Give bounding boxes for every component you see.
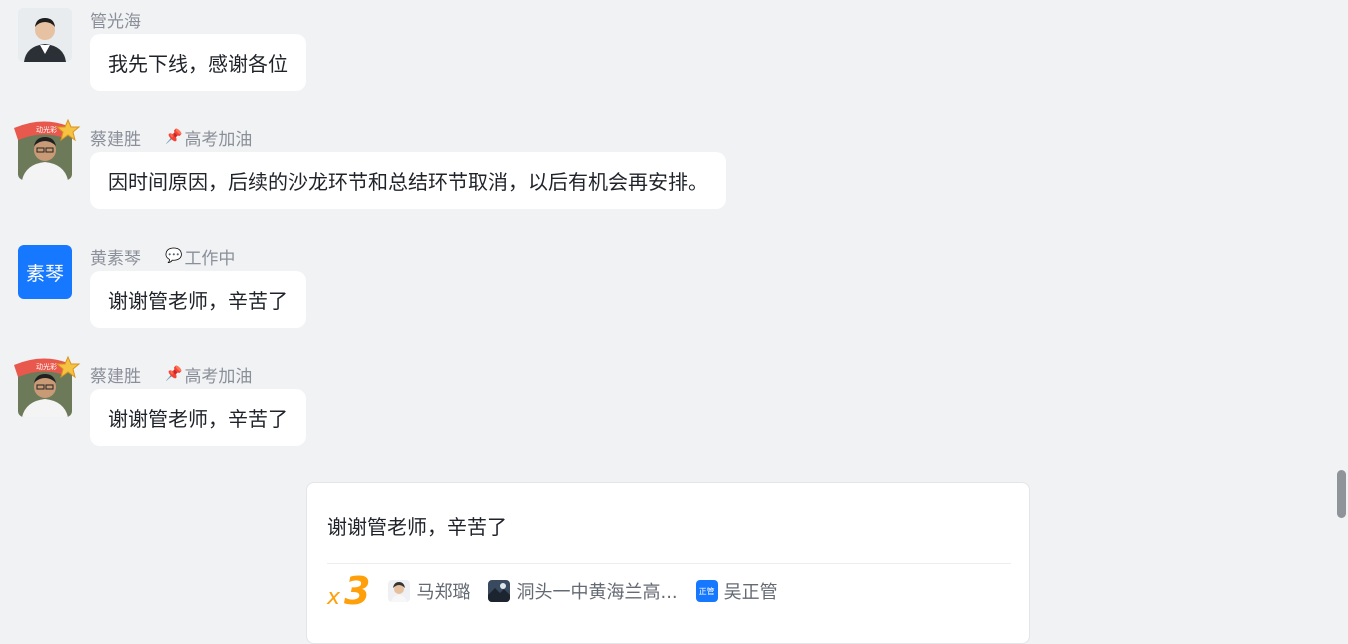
person-name: 马郑璐 bbox=[416, 582, 471, 603]
sender-name[interactable]: 蔡建胜 bbox=[90, 125, 141, 150]
avatar bbox=[388, 580, 411, 602]
sender-name[interactable]: 管光海 bbox=[90, 7, 141, 32]
svg-text:动光彩: 动光彩 bbox=[36, 362, 57, 371]
plus-one-text: 谢谢管老师，辛苦了 bbox=[327, 515, 507, 539]
plus-one-person[interactable]: 正管 吴正管 bbox=[695, 578, 778, 604]
divider bbox=[327, 563, 1011, 564]
plus-one-person[interactable]: 洞头一中黄海兰高... bbox=[488, 578, 678, 604]
avatar bbox=[488, 580, 511, 602]
avatar[interactable] bbox=[18, 8, 72, 62]
message-meta: 蔡建胜 📌 高考加油 bbox=[90, 362, 253, 387]
plus-one-card[interactable]: 谢谢管老师，辛苦了 x 3 马郑璐 洞头一中黄海兰高... 正管 吴正管 bbox=[306, 482, 1030, 644]
pin-icon: 📌 bbox=[165, 366, 183, 382]
pin-icon: 📌 bbox=[165, 129, 183, 145]
person-name: 吴正管 bbox=[723, 582, 778, 603]
message-meta: 黄素琴 💬 工作中 bbox=[90, 244, 236, 269]
person-name: 洞头一中黄海兰高... bbox=[516, 582, 678, 603]
sender-name[interactable]: 黄素琴 bbox=[90, 244, 141, 269]
scrollbar-thumb[interactable] bbox=[1337, 470, 1346, 518]
svg-text:动光彩: 动光彩 bbox=[36, 125, 57, 134]
message-bubble[interactable]: 因时间原因，后续的沙龙环节和总结环节取消，以后有机会再安排。 bbox=[90, 152, 726, 209]
avatar[interactable]: 素琴 bbox=[18, 245, 72, 299]
avatar: 正管 bbox=[695, 580, 718, 602]
user-status: 📌 高考加油 bbox=[165, 366, 253, 387]
plus-one-count[interactable]: x 3 bbox=[327, 569, 370, 613]
sender-name[interactable]: 蔡建胜 bbox=[90, 362, 141, 387]
message-bubble[interactable]: 谢谢管老师，辛苦了 bbox=[90, 389, 306, 446]
plus-one-person[interactable]: 马郑璐 bbox=[388, 578, 470, 604]
chat-bubble-icon: 💬 bbox=[165, 248, 183, 264]
message-meta: 蔡建胜 📌 高考加油 bbox=[90, 125, 253, 150]
user-status: 💬 工作中 bbox=[165, 248, 236, 269]
plus-one-footer: x 3 马郑璐 洞头一中黄海兰高... 正管 吴正管 bbox=[327, 569, 796, 613]
user-status: 📌 高考加油 bbox=[165, 129, 253, 150]
message-meta: 管光海 bbox=[90, 7, 141, 32]
avatar-frame-badge-icon: 动光彩 bbox=[14, 355, 81, 379]
avatar-frame-badge-icon: 动光彩 bbox=[14, 118, 81, 142]
message-bubble[interactable]: 谢谢管老师，辛苦了 bbox=[90, 271, 306, 328]
message-bubble[interactable]: 我先下线，感谢各位 bbox=[90, 34, 306, 91]
